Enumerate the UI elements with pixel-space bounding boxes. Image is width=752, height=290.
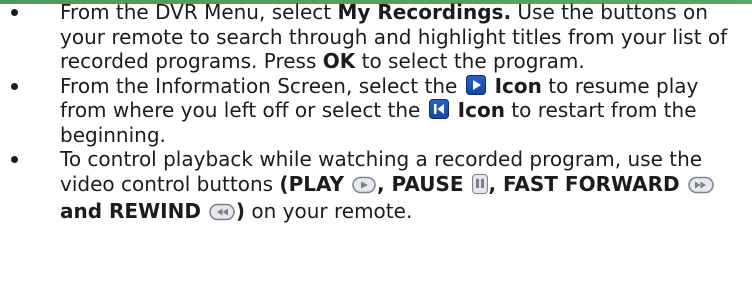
step-text: to select the program. xyxy=(355,49,585,73)
control-label: , PAUSE xyxy=(376,171,471,196)
restart-icon xyxy=(428,99,449,119)
icon-label: Icon xyxy=(487,73,542,98)
bullet-icon xyxy=(11,82,18,90)
control-label: (PLAY xyxy=(279,171,351,196)
step-text: From the Information Screen, select the xyxy=(60,73,464,98)
fast-forward-button-icon xyxy=(687,175,714,200)
step-text: From the DVR Menu, select xyxy=(60,0,338,24)
list-item-step-3: To control playback while watching a rec… xyxy=(0,147,752,227)
play-button-icon xyxy=(352,175,376,200)
bullet-icon xyxy=(11,9,18,16)
ok-button-name: OK xyxy=(322,49,356,73)
resume-play-icon xyxy=(465,74,486,95)
control-label: , FAST FORWARD xyxy=(488,171,687,196)
bullet-icon xyxy=(11,156,18,163)
step-text: on your remote. xyxy=(245,199,413,223)
menu-item-name: My Recordings. xyxy=(337,0,512,24)
list-item-step-1: From the DVR Menu, select My Recordings.… xyxy=(0,0,752,74)
list-item-step-2: From the Information Screen, select the … xyxy=(0,74,752,148)
icon-label: Icon xyxy=(450,98,505,122)
control-label: ) xyxy=(235,199,246,223)
pause-button-icon xyxy=(471,173,488,194)
instruction-list: From the DVR Menu, select My Recordings.… xyxy=(0,0,752,227)
control-label: and REWIND xyxy=(60,199,208,223)
rewind-button-icon xyxy=(209,202,235,227)
